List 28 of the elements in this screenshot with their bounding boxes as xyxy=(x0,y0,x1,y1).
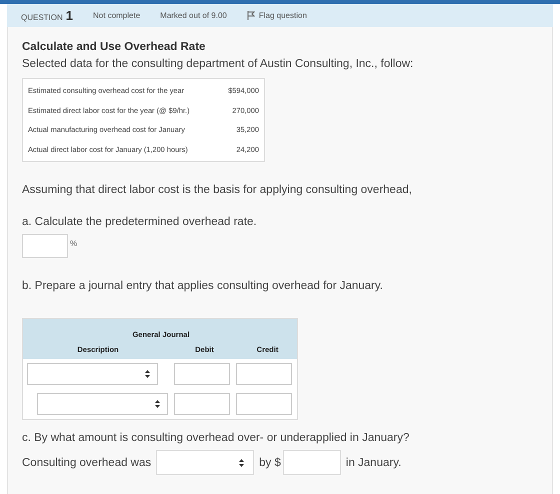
question-label: QUESTION xyxy=(21,13,63,22)
intro-text: Selected data for the consulting department of Austin Consulting, Inc., follow: xyxy=(22,58,414,70)
by-label: by $ xyxy=(259,456,281,468)
status-text: Not complete xyxy=(93,11,140,20)
debit-input[interactable] xyxy=(174,363,230,385)
flag-icon[interactable] xyxy=(246,11,255,20)
description-select[interactable] xyxy=(37,393,168,415)
description-select[interactable] xyxy=(27,363,158,385)
updown-icon xyxy=(145,370,150,378)
debit-input[interactable] xyxy=(174,393,230,415)
credit-input[interactable] xyxy=(236,363,292,385)
sentence-lead: Consulting overhead was xyxy=(22,456,152,468)
assumption-text: Assuming that direct labor cost is the basis for applying consulting overhead, xyxy=(22,184,413,196)
rate-input[interactable] xyxy=(22,234,68,258)
part-c-prompt: c. By what amount is consulting overhead over- or underapplied in January? xyxy=(22,432,410,444)
updown-icon xyxy=(155,400,160,408)
credit-input[interactable] xyxy=(236,393,292,415)
over-under-select[interactable] xyxy=(156,450,254,475)
updown-icon xyxy=(239,458,244,466)
part-a-prompt: a. Calculate the predetermined overhead rate. xyxy=(22,216,258,228)
part-b-prompt: b. Prepare a journal entry that applies consulting overhead for January. xyxy=(22,280,384,292)
question-number: 1 xyxy=(66,8,74,23)
marks-text: Marked out of 9.00 xyxy=(160,11,227,20)
flag-question-link[interactable]: Flag question xyxy=(258,11,307,20)
question-title: Calculate and Use Overhead Rate xyxy=(22,41,206,53)
sentence-tail: in January. xyxy=(346,456,402,468)
amount-input[interactable] xyxy=(282,450,341,475)
percent-unit: % xyxy=(70,239,78,248)
